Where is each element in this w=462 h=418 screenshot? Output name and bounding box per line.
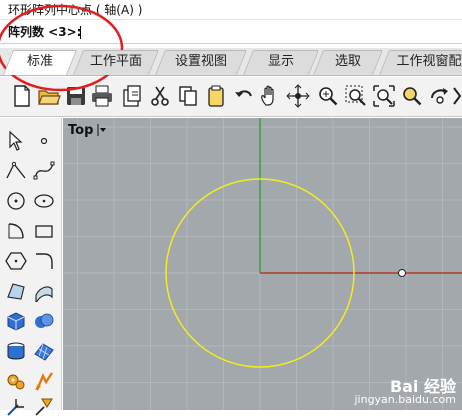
text-caret	[80, 26, 81, 39]
box-solid-icon[interactable]	[5, 310, 27, 332]
construction-grid	[63, 118, 462, 410]
command-prompt: 阵列数 <3>:	[8, 25, 82, 39]
more-icon[interactable]	[452, 84, 462, 108]
print-icon[interactable]	[90, 84, 114, 108]
copy-icon[interactable]	[176, 84, 200, 108]
tab-standard[interactable]: 标准	[8, 50, 72, 75]
toolbar-tabs: 标准 工作平面 设置视图 显示 选取 工作视窗配	[0, 48, 462, 76]
move-arrow-icon[interactable]	[33, 370, 55, 392]
import-icon[interactable]	[120, 84, 144, 108]
pan-hand-icon[interactable]	[258, 84, 282, 108]
tab-viewport-layout[interactable]: 工作视窗配	[384, 50, 462, 75]
viewport-title[interactable]: Top	[65, 123, 96, 138]
tab-select[interactable]: 选取	[318, 50, 378, 75]
undo-icon[interactable]	[232, 84, 256, 108]
tab-display[interactable]: 显示	[248, 50, 314, 75]
polyline-icon[interactable]	[5, 160, 27, 182]
open-folder-icon[interactable]	[37, 84, 61, 108]
rotate-view-icon[interactable]	[286, 84, 310, 108]
command-line[interactable]: 阵列数 <3>:	[0, 20, 462, 44]
transform-gears-icon[interactable]	[5, 370, 27, 392]
mesh-icon[interactable]	[33, 340, 55, 362]
zoom-window-icon[interactable]	[344, 84, 368, 108]
rectangle-icon[interactable]	[33, 220, 55, 242]
rotate-camera-icon[interactable]	[428, 84, 452, 108]
new-file-icon[interactable]	[10, 84, 34, 108]
analyze-icon[interactable]	[33, 396, 55, 418]
ellipse-icon[interactable]	[33, 190, 55, 212]
watermark: Bai 经验 jingyan.baidu.com	[354, 377, 456, 407]
extrude-surface-icon[interactable]	[33, 280, 55, 302]
top-viewport[interactable]: Top	[63, 118, 462, 410]
zoom-extents-icon[interactable]	[372, 84, 396, 108]
cut-icon[interactable]	[148, 84, 172, 108]
watermark-brand: Bai 经验	[389, 377, 456, 396]
sphere-solid-icon[interactable]	[33, 310, 55, 332]
standard-toolbar	[0, 77, 462, 117]
snap-point-marker	[398, 269, 406, 277]
viewport-title-bar[interactable]: Top	[65, 120, 108, 140]
cylinder-solid-icon[interactable]	[5, 340, 27, 362]
tab-set-view[interactable]: 设置视图	[160, 50, 242, 75]
viewport-menu-arrow-icon[interactable]	[96, 122, 108, 138]
command-history: 环形阵列中心点 ( 轴(A) )	[0, 0, 462, 20]
watermark-url: jingyan.baidu.com	[354, 393, 456, 406]
paste-icon[interactable]	[204, 84, 228, 108]
point-icon[interactable]	[33, 130, 55, 152]
dimension-icon[interactable]	[5, 396, 27, 418]
select-arrow-icon[interactable]	[5, 130, 27, 152]
circle-icon[interactable]	[5, 190, 27, 212]
curve-icon[interactable]	[33, 160, 55, 182]
fillet-curve-icon[interactable]	[33, 250, 55, 272]
tab-cplanes[interactable]: 工作平面	[78, 50, 154, 75]
save-icon[interactable]	[64, 84, 88, 108]
surface-from-points-icon[interactable]	[5, 280, 27, 302]
main-tool-sidebar	[0, 118, 62, 416]
polygon-icon[interactable]	[5, 250, 27, 272]
zoom-icon[interactable]	[316, 84, 340, 108]
zoom-selected-icon[interactable]	[400, 84, 424, 108]
viewport-canvas[interactable]	[63, 118, 462, 410]
arc-icon[interactable]	[5, 220, 27, 242]
